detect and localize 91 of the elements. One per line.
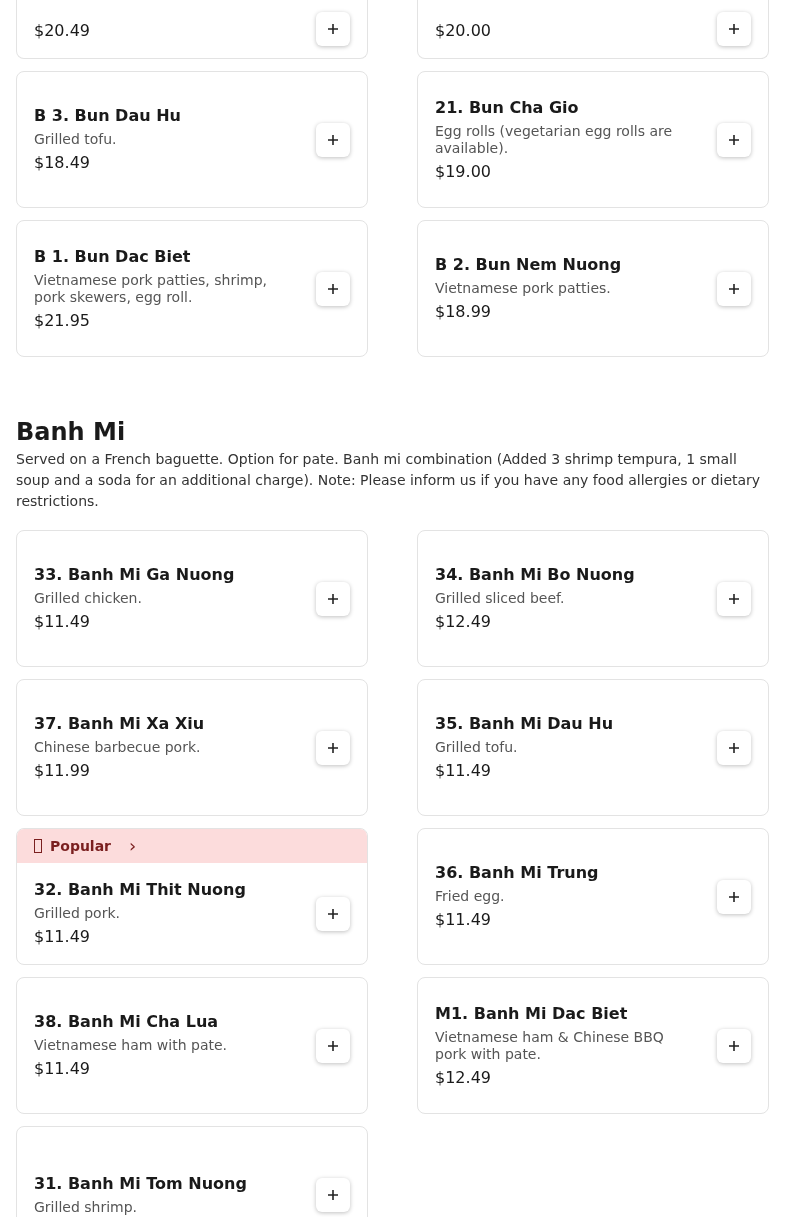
item-name: 36. Banh Mi Trung <box>435 862 600 884</box>
menu-item-card[interactable]: 38. Banh Mi Cha Lua Vietnamese ham with pate. $11.49 <box>16 977 368 1114</box>
plus-icon <box>728 133 740 146</box>
plus-icon <box>728 592 740 605</box>
item-price: $11.49 <box>34 926 91 948</box>
item-name: 33. Banh Mi Ga Nuong <box>34 564 236 586</box>
add-button[interactable] <box>717 581 751 616</box>
item-description: Egg rolls (vegetarian egg rolls are available). <box>435 122 674 157</box>
add-button[interactable] <box>316 896 350 931</box>
item-description: Vietnamese ham & Chinese BBQ pork with pate. <box>435 1028 665 1063</box>
item-name: 34. Banh Mi Bo Nuong <box>435 564 636 586</box>
menu-item-card[interactable]: 31. Banh Mi Tom Nuong Grilled shrimp. <box>16 1126 368 1217</box>
plus-icon <box>327 741 339 754</box>
item-name: B 1. Bun Dac Biet <box>34 245 192 268</box>
menu-item-card[interactable]: B 1. Bun Dac Biet Vietnamese pork patties, shrimp, pork skewers, egg roll. $21.95 <box>16 220 368 357</box>
menu-item-card[interactable]: 21. Bun Cha Gio Egg rolls (vegetarian egg rolls are available). $19.00 <box>417 71 769 208</box>
plus-icon <box>327 23 339 35</box>
menu-item-card[interactable]: 37. Banh Mi Xa Xiu Chinese barbecue pork. $11.99 <box>16 679 368 816</box>
section-title: Banh Mi <box>16 417 127 447</box>
item-name: 37. Banh Mi Xa Xiu <box>34 713 206 735</box>
menu-item-card[interactable]: 35. Banh Mi Dau Hu Grilled tofu. $11.49 <box>417 679 769 816</box>
item-description: Grilled sliced beef. <box>435 590 566 607</box>
item-name: B 2. Bun Nem Nuong <box>435 254 623 276</box>
menu-item-card[interactable]: $20.00 <box>417 0 769 59</box>
item-price: $21.95 <box>34 309 91 332</box>
item-description: Fried egg. <box>435 888 506 905</box>
item-description: Grilled shrimp. <box>34 1199 138 1216</box>
menu-item-card[interactable]: B 3. Bun Dau Hu Grilled tofu. $18.49 <box>16 71 368 208</box>
item-description: Vietnamese pork patties. <box>435 280 612 297</box>
add-button[interactable] <box>316 730 350 765</box>
add-button[interactable] <box>717 12 751 46</box>
menu-item-card[interactable]: 36. Banh Mi Trung Fried egg. $11.49 <box>417 828 769 965</box>
item-price: $11.49 <box>435 760 492 782</box>
item-name: 35. Banh Mi Dau Hu <box>435 713 615 735</box>
item-description: Grilled pork. <box>34 905 121 922</box>
item-name: 38. Banh Mi Cha Lua <box>34 1011 220 1033</box>
section-description: Served on a French baguette. Option for pate. Banh mi combination (Added 3 shrimp tempura, 1 small soup and a soda for an additional charge). Note: Please inform us if you have any food allergies or dietary restrictions. <box>16 450 762 511</box>
menu-item-card[interactable]: $20.49 <box>16 0 368 59</box>
add-button[interactable] <box>316 1028 350 1063</box>
popular-label: Popular <box>50 836 112 856</box>
menu-item-card[interactable]: 33. Banh Mi Ga Nuong Grilled chicken. $11.49 <box>16 530 368 667</box>
item-name: M1. Banh Mi Dac Biet <box>435 1002 629 1025</box>
plus-icon <box>327 133 339 146</box>
chevron-icon: › <box>129 837 137 855</box>
add-button[interactable] <box>316 122 350 157</box>
item-price: $20.00 <box>435 20 492 42</box>
item-description: Grilled tofu. <box>435 739 519 756</box>
add-button[interactable] <box>717 730 751 765</box>
item-name: 31. Banh Mi Tom Nuong <box>34 1173 248 1195</box>
item-price: $18.99 <box>435 301 492 323</box>
item-description: Grilled chicken. <box>34 590 143 607</box>
add-button[interactable] <box>717 271 751 306</box>
item-price: $11.49 <box>34 611 91 633</box>
plus-icon <box>327 1039 339 1052</box>
item-description: Vietnamese pork patties, shrimp, pork skewers, egg roll. <box>34 271 269 306</box>
item-name: 21. Bun Cha Gio <box>435 96 580 119</box>
item-price: $20.49 <box>34 20 91 42</box>
item-price: $12.49 <box>435 611 492 633</box>
item-price: $11.49 <box>34 1058 91 1080</box>
add-button[interactable] <box>316 12 350 46</box>
plus-icon <box>327 907 339 920</box>
plus-icon <box>327 1188 339 1201</box>
item-price: $19.00 <box>435 160 492 183</box>
item-description: Vietnamese ham with pate. <box>34 1037 229 1054</box>
plus-icon <box>327 282 339 295</box>
plus-icon <box>728 23 740 35</box>
plus-icon <box>728 1039 740 1052</box>
menu-item-card[interactable]: B 2. Bun Nem Nuong Vietnamese pork patties. $18.99 <box>417 220 769 357</box>
plus-icon <box>728 741 740 754</box>
plus-icon <box>728 282 740 295</box>
add-button[interactable] <box>316 1177 350 1212</box>
menu-item-card[interactable]: 34. Banh Mi Bo Nuong Grilled sliced beef. $12.49 <box>417 530 769 667</box>
popular-banner[interactable]: Popular › <box>17 829 367 863</box>
plus-icon <box>327 592 339 605</box>
item-price: $11.99 <box>34 760 91 782</box>
add-button[interactable] <box>717 122 751 157</box>
menu-item-card[interactable]: M1. Banh Mi Dac Biet Vietnamese ham & Chinese BBQ pork with pate. $12.49 <box>417 977 769 1114</box>
add-button[interactable] <box>717 879 751 914</box>
add-button[interactable] <box>717 1028 751 1063</box>
add-button[interactable] <box>316 271 350 306</box>
item-name: 32. Banh Mi Thit Nuong <box>34 879 247 901</box>
item-name: B 3. Bun Dau Hu <box>34 105 182 127</box>
item-price: $11.49 <box>435 909 492 931</box>
add-button[interactable] <box>316 581 350 616</box>
plus-icon <box>728 890 740 903</box>
item-price: $12.49 <box>435 1066 492 1089</box>
item-price: $18.49 <box>34 152 91 174</box>
menu-item-card[interactable]: Popular › 32. Banh Mi Thit Nuong Grilled pork. $11.49 <box>16 828 368 965</box>
item-description: Chinese barbecue pork. <box>34 739 202 756</box>
item-description: Grilled tofu. <box>34 131 118 148</box>
missing-glyph-icon <box>34 839 42 853</box>
